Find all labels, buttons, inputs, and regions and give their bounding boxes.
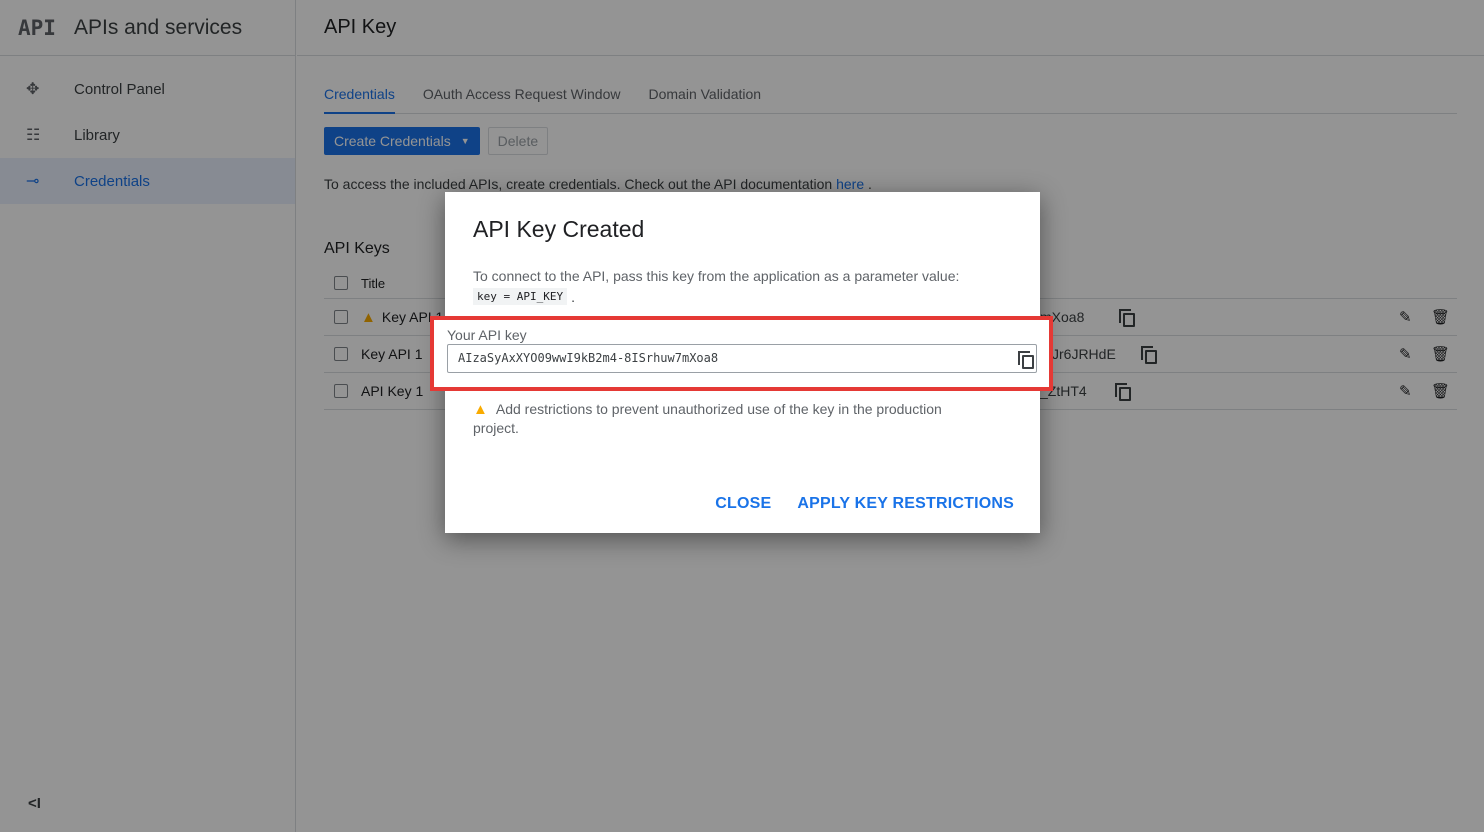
dialog-title: API Key Created: [473, 216, 645, 242]
dialog-code-line: key = API_KEY .: [473, 288, 575, 305]
restriction-warning-text: Add restrictions to prevent unauthorized…: [473, 401, 942, 436]
dialog-actions: CLOSE APPLY KEY RESTRICTIONS: [715, 495, 1014, 513]
api-key-field[interactable]: AIzaSyAxXYO09wwI9kB2m4-8ISrhuw7mXoa8: [447, 344, 1037, 373]
api-key-value[interactable]: AIzaSyAxXYO09wwI9kB2m4-8ISrhuw7mXoa8: [458, 351, 718, 365]
apply-key-restrictions-button[interactable]: APPLY KEY RESTRICTIONS: [797, 495, 1014, 513]
dialog-description: To connect to the API, pass this key fro…: [473, 268, 960, 284]
parameter-code: key = API_KEY: [473, 288, 568, 305]
api-key-label: Your API key: [447, 327, 527, 343]
restriction-warning: ▲ Add restrictions to prevent unauthorize…: [473, 400, 963, 438]
copy-icon[interactable]: [1018, 351, 1034, 369]
code-suffix: .: [571, 288, 575, 305]
close-button[interactable]: CLOSE: [715, 495, 771, 513]
warning-icon: ▲: [473, 401, 488, 418]
api-key-highlight: Your API key AIzaSyAxXYO09wwI9kB2m4-8ISr…: [430, 316, 1053, 391]
